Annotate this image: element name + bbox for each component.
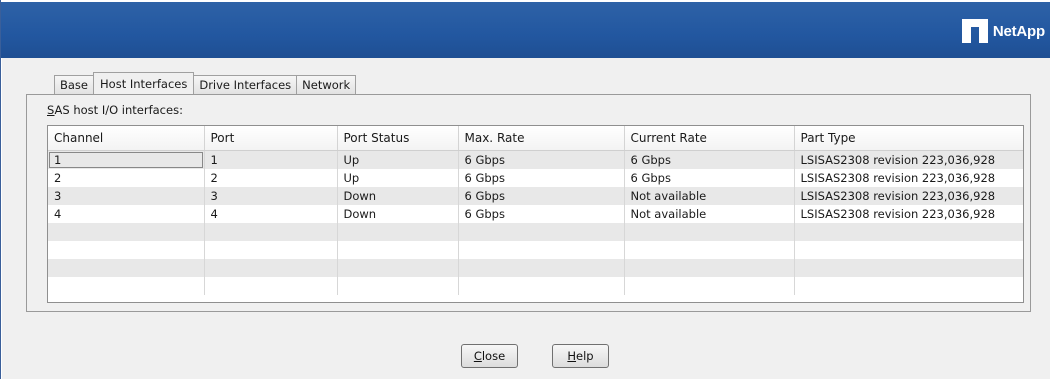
tab-bar: Base Host Interfaces Drive Interfaces Ne… bbox=[54, 72, 357, 94]
cell-current-rate[interactable]: 6 Gbps bbox=[624, 169, 795, 187]
close-label: lose bbox=[481, 349, 506, 363]
cell-channel[interactable]: 2 bbox=[48, 169, 205, 187]
column-header-port[interactable]: Port bbox=[204, 126, 338, 151]
tab-panel: SAS host I/O interfaces: Channel Port Po… bbox=[26, 94, 1031, 312]
interfaces-table[interactable]: Channel Port Port Status Max. Rate Curre… bbox=[47, 125, 1024, 303]
cell-channel[interactable]: 3 bbox=[48, 187, 205, 205]
empty-table-row bbox=[48, 241, 1023, 259]
help-mnemonic: H bbox=[567, 349, 577, 363]
empty-table-row bbox=[48, 277, 1023, 295]
netapp-logo: NetApp bbox=[961, 18, 1045, 44]
cell-port-status[interactable]: Down bbox=[337, 205, 459, 223]
cell-port[interactable]: 3 bbox=[204, 187, 338, 205]
cell-part-type[interactable]: LSISAS2308 revision 223,036,928 bbox=[794, 150, 1023, 169]
cell-part-type[interactable]: LSISAS2308 revision 223,036,928 bbox=[794, 187, 1023, 205]
cell-port-status[interactable]: Up bbox=[337, 150, 459, 169]
table-row[interactable]: 1 1 Up 6 Gbps 6 Gbps LSISAS2308 revision… bbox=[48, 150, 1023, 169]
logo-text: NetApp bbox=[992, 22, 1045, 40]
cell-max-rate[interactable]: 6 Gbps bbox=[458, 187, 625, 205]
cell-port[interactable]: 1 bbox=[204, 150, 338, 169]
storage-array-dialog: NetApp Base Host Interfaces Drive Interf… bbox=[0, 0, 1050, 379]
netapp-logo-icon bbox=[961, 19, 988, 43]
cell-channel[interactable]: 4 bbox=[48, 205, 205, 223]
dialog-buttons: Close Help bbox=[461, 344, 609, 368]
cell-current-rate[interactable]: Not available bbox=[624, 187, 795, 205]
tab-host-interfaces[interactable]: Host Interfaces bbox=[93, 72, 195, 94]
tab-network[interactable]: Network bbox=[296, 75, 357, 94]
tab-drive-interfaces[interactable]: Drive Interfaces bbox=[193, 75, 298, 94]
cell-max-rate[interactable]: 6 Gbps bbox=[458, 205, 625, 223]
header-banner: NetApp bbox=[1, 2, 1050, 58]
section-mnemonic: S bbox=[47, 103, 55, 117]
section-label: SAS host I/O interfaces: bbox=[47, 103, 183, 117]
section-label-text: AS host I/O interfaces: bbox=[54, 103, 183, 117]
column-header-part-type[interactable]: Part Type bbox=[794, 126, 1023, 151]
table-header-row: Channel Port Port Status Max. Rate Curre… bbox=[48, 126, 1023, 151]
table-row[interactable]: 4 4 Down 6 Gbps Not available LSISAS2308… bbox=[48, 205, 1023, 223]
table-row[interactable]: 2 2 Up 6 Gbps 6 Gbps LSISAS2308 revision… bbox=[48, 169, 1023, 187]
cell-current-rate[interactable]: 6 Gbps bbox=[624, 150, 795, 169]
cell-max-rate[interactable]: 6 Gbps bbox=[458, 150, 625, 169]
cell-port-status[interactable]: Down bbox=[337, 187, 459, 205]
cell-part-type[interactable]: LSISAS2308 revision 223,036,928 bbox=[794, 205, 1023, 223]
cell-port[interactable]: 4 bbox=[204, 205, 338, 223]
column-header-current-rate[interactable]: Current Rate bbox=[624, 126, 795, 151]
column-header-port-status[interactable]: Port Status bbox=[337, 126, 459, 151]
cell-port-status[interactable]: Up bbox=[337, 169, 459, 187]
dialog-body: Base Host Interfaces Drive Interfaces Ne… bbox=[2, 58, 1050, 379]
cell-current-rate[interactable]: Not available bbox=[624, 205, 795, 223]
cell-max-rate[interactable]: 6 Gbps bbox=[458, 169, 625, 187]
cell-channel[interactable]: 1 bbox=[48, 150, 205, 169]
close-button[interactable]: Close bbox=[461, 344, 518, 368]
table-row[interactable]: 3 3 Down 6 Gbps Not available LSISAS2308… bbox=[48, 187, 1023, 205]
tab-base[interactable]: Base bbox=[54, 75, 95, 94]
help-label: elp bbox=[576, 349, 594, 363]
close-mnemonic: C bbox=[473, 349, 482, 363]
help-button[interactable]: Help bbox=[552, 344, 609, 368]
empty-table-row bbox=[48, 223, 1023, 241]
cell-port[interactable]: 2 bbox=[204, 169, 338, 187]
cell-part-type[interactable]: LSISAS2308 revision 223,036,928 bbox=[794, 169, 1023, 187]
empty-table-row bbox=[48, 259, 1023, 277]
column-header-channel[interactable]: Channel bbox=[48, 126, 205, 151]
column-header-max-rate[interactable]: Max. Rate bbox=[458, 126, 625, 151]
